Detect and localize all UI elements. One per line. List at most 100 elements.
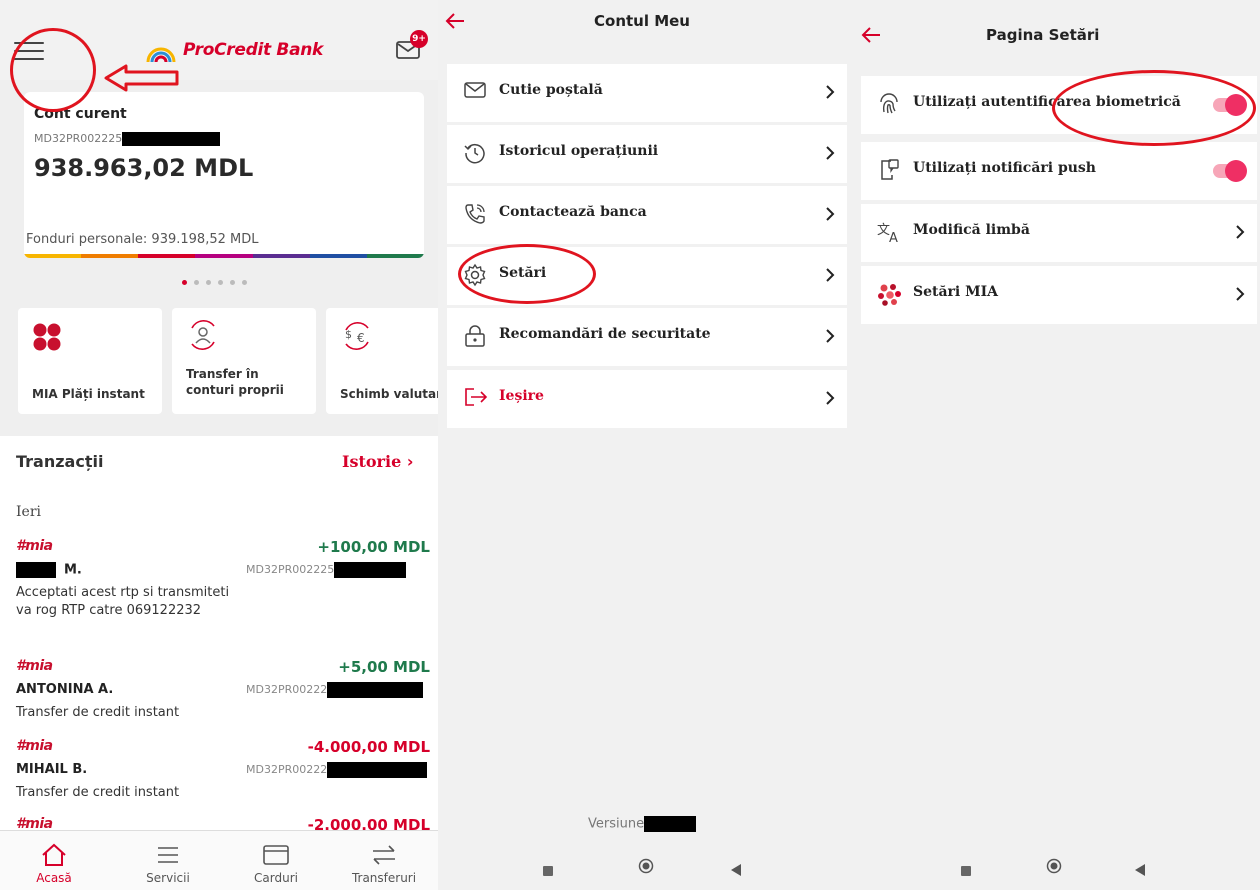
android-recents-button[interactable]	[542, 862, 554, 881]
menu-item-label: Recomandări de securitate	[499, 326, 711, 342]
transaction-description: Transfer de credit instant	[16, 705, 180, 720]
menu-item-label: Cutie poștală	[499, 82, 603, 98]
setting-label: Setări MIA	[913, 284, 999, 300]
nav-label: Transferuri	[351, 871, 417, 885]
account-color-stripe	[24, 254, 424, 258]
transaction-amount: +5,00 MDL	[338, 658, 430, 676]
phone-notification-icon	[881, 159, 899, 180]
history-link[interactable]: Istorie ›	[342, 452, 413, 471]
transaction-iban: MD32PR002225	[246, 562, 407, 578]
android-recents-button[interactable]	[960, 862, 972, 881]
transaction-amount: +100,00 MDL	[317, 538, 430, 556]
push-toggle[interactable]	[1213, 160, 1247, 182]
setting-mia[interactable]: Setări MIA	[861, 266, 1257, 324]
menu-item-logout[interactable]: Ieșire	[447, 370, 847, 428]
svg-text:$: $	[345, 328, 352, 341]
history-icon	[464, 143, 485, 164]
card-icon	[263, 845, 289, 865]
transactions-section: Tranzacții Istorie › Ieri #mia +100,00 M…	[0, 436, 438, 836]
transaction-name: MIHAIL B.	[16, 762, 88, 777]
svg-text:A: A	[889, 231, 898, 244]
transaction-name: ANTONINA A.	[16, 682, 114, 697]
settings-screen: Pagina Setări Utilizați autentificarea b…	[856, 0, 1260, 890]
phone-icon	[465, 204, 485, 224]
setting-label: Utilizați autentificarea biometrică	[913, 94, 1181, 110]
toggle-knob	[1225, 160, 1247, 182]
back-arrow-icon[interactable]	[860, 26, 882, 44]
account-title: Cont curent	[34, 106, 127, 122]
account-iban: MD32PR002225	[34, 132, 221, 146]
mia-icon	[33, 323, 61, 351]
transfer-arrows-icon	[373, 845, 395, 865]
account-menu-screen: Contul Meu Cutie poștală Istoricul opera…	[438, 0, 856, 890]
triangle-back-icon	[731, 864, 741, 876]
circle-icon	[638, 858, 654, 874]
square-icon	[543, 866, 553, 876]
back-arrow-icon[interactable]	[444, 12, 466, 30]
setting-language[interactable]: 文 A Modifică limbă	[861, 204, 1257, 262]
annotation-arrow-icon	[104, 64, 179, 92]
transaction-amount: -4.000,00 MDL	[307, 738, 430, 756]
nav-label: Acasă	[36, 871, 72, 885]
translate-icon: 文 A	[877, 223, 898, 244]
transaction-description: Acceptati acest rtp si transmiteti va ro…	[16, 585, 230, 618]
procredit-logo: ProCredit Bank	[145, 36, 323, 64]
mia-icon	[878, 284, 901, 306]
menu-item-security[interactable]: Recomandări de securitate	[447, 308, 847, 366]
quick-action-mia[interactable]: MIA Plăți instant	[18, 308, 162, 414]
page-title: Contul Meu	[594, 12, 690, 30]
home-icon	[42, 843, 66, 866]
lock-icon	[465, 325, 485, 347]
day-label: Ieri	[16, 504, 41, 520]
android-back-button[interactable]	[730, 862, 742, 881]
quick-action-label: MIA Plăți instant	[32, 387, 145, 401]
setting-biometric[interactable]: Utilizați autentificarea biometrică	[861, 76, 1257, 134]
menu-item-label: Contactează banca	[499, 204, 647, 220]
android-home-button[interactable]	[638, 858, 654, 878]
account-card[interactable]: Cont curent MD32PR002225 938.963,02 MDL …	[24, 92, 424, 258]
logout-icon	[465, 388, 488, 406]
mia-brand-icon: #mia	[16, 738, 53, 754]
bottom-nav: Acasă Servicii Carduri Transferuri	[0, 830, 438, 890]
quick-action-label: Schimb valutar	[340, 387, 438, 401]
circle-icon	[1046, 858, 1062, 874]
chevron-right-icon	[826, 85, 835, 99]
menu-item-label: Istoricul operațiunii	[499, 143, 659, 159]
chevron-right-icon	[826, 268, 835, 282]
chevron-right-icon	[1236, 225, 1245, 239]
mia-brand-icon: #mia	[16, 538, 53, 554]
transaction-iban: MD32PR00222	[246, 762, 428, 778]
page-title: Pagina Setări	[986, 26, 1100, 44]
nav-label: Servicii	[146, 871, 190, 885]
transactions-title: Tranzacții	[16, 452, 104, 471]
mail-icon	[464, 82, 486, 98]
menu-item-label: Setări	[499, 265, 547, 281]
currency-exchange-icon: $ €	[345, 322, 369, 350]
personal-funds: Fonduri personale: 939.198,52 MDL	[26, 232, 259, 247]
android-back-button[interactable]	[1134, 862, 1146, 881]
menu-item-history[interactable]: Istoricul operațiunii	[447, 125, 847, 183]
transaction-description: Transfer de credit instant	[16, 785, 180, 800]
quick-action-own-transfer[interactable]: Transfer în conturi proprii	[172, 308, 316, 414]
chevron-right-icon	[826, 146, 835, 160]
rainbow-logo-icon	[146, 47, 176, 63]
android-home-button[interactable]	[1046, 858, 1062, 878]
transaction-iban: MD32PR00222	[246, 682, 424, 698]
home-screen: ProCredit Bank 9+ Cont curent MD32PR0022…	[0, 0, 438, 890]
quick-action-exchange[interactable]: $ € Schimb valutar	[326, 308, 438, 414]
setting-push[interactable]: Utilizați notificări push	[861, 142, 1257, 200]
transfer-person-icon	[191, 320, 215, 350]
logo-text: ProCredit Bank	[183, 40, 324, 60]
menu-item-mailbox[interactable]: Cutie poștală	[447, 64, 847, 122]
toggle-knob	[1225, 94, 1247, 116]
square-icon	[961, 866, 971, 876]
biometric-toggle[interactable]	[1213, 94, 1247, 116]
menu-icon[interactable]	[14, 42, 44, 64]
chevron-right-icon	[826, 329, 835, 343]
setting-label: Utilizați notificări push	[913, 160, 1096, 176]
home-header: ProCredit Bank 9+	[0, 0, 438, 80]
list-icon	[158, 847, 178, 863]
menu-item-contact[interactable]: Contactează banca	[447, 186, 847, 244]
menu-item-settings[interactable]: Setări	[447, 247, 847, 305]
fingerprint-icon	[880, 93, 898, 114]
